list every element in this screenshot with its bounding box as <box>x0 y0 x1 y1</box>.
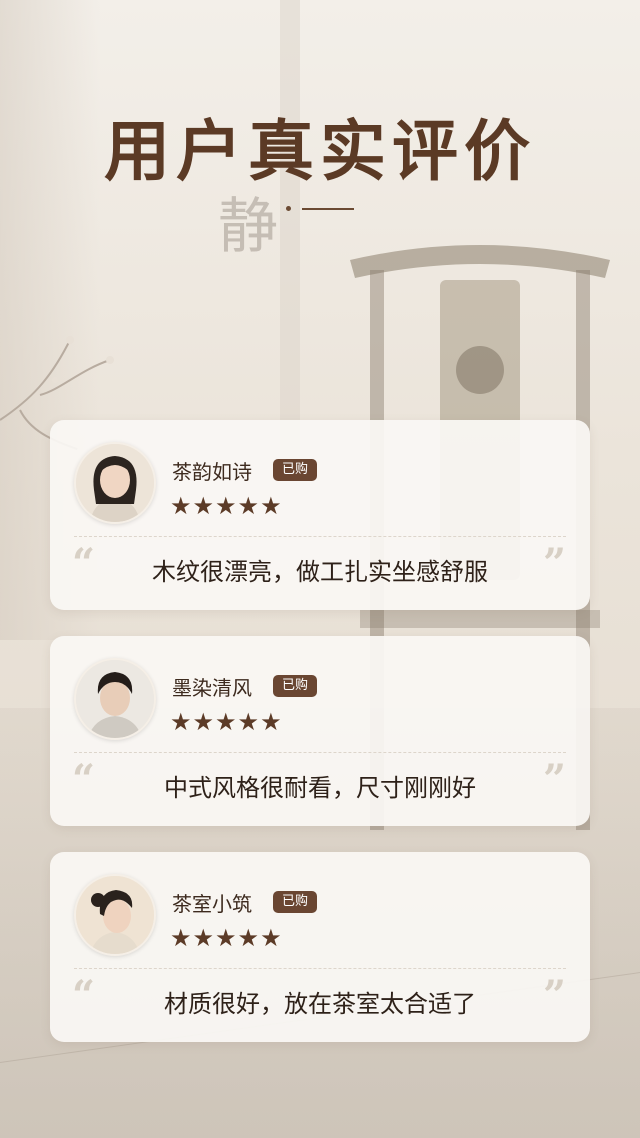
card-divider <box>74 968 566 969</box>
purchased-badge: 已购 <box>273 459 317 481</box>
purchased-badge: 已购 <box>273 891 317 913</box>
review-text: 木纹很漂亮，做工扎实坐感舒服 <box>152 558 488 586</box>
user-avatar-icon <box>76 444 154 522</box>
reviewer-name: 茶室小筑 <box>172 892 252 916</box>
review-text: 材质很好，放在茶室太合适了 <box>164 990 476 1018</box>
close-quote-icon: ” <box>542 756 566 803</box>
divider-dot <box>286 206 291 211</box>
page-title: 用户真实评价 <box>104 112 536 190</box>
review-card: 茶室小筑 已购 ★★★★★ “ 材质很好，放在茶室太合适了 ” <box>50 852 590 1042</box>
card-divider <box>74 536 566 537</box>
divider-line <box>302 208 354 210</box>
star-rating: ★★★★★ <box>170 492 283 520</box>
avatar <box>74 442 156 524</box>
star-rating: ★★★★★ <box>170 708 283 736</box>
close-quote-icon: ” <box>542 540 566 587</box>
reviewer-name: 茶韵如诗 <box>172 460 252 484</box>
purchased-badge: 已购 <box>273 675 317 697</box>
user-avatar-icon <box>76 876 154 954</box>
user-avatar-icon <box>76 660 154 738</box>
avatar <box>74 874 156 956</box>
review-text: 中式风格很耐看，尺寸刚刚好 <box>164 774 476 802</box>
card-divider <box>74 752 566 753</box>
review-card: 茶韵如诗 已购 ★★★★★ “ 木纹很漂亮，做工扎实坐感舒服 ” <box>50 420 590 610</box>
close-quote-icon: ” <box>542 972 566 1019</box>
window-shadow <box>280 0 300 470</box>
avatar <box>74 658 156 740</box>
star-rating: ★★★★★ <box>170 924 283 952</box>
reviewer-name: 墨染清风 <box>172 676 252 700</box>
title-divider <box>286 206 356 212</box>
review-card: 墨染清风 已购 ★★★★★ “ 中式风格很耐看，尺寸刚刚好 ” <box>50 636 590 826</box>
